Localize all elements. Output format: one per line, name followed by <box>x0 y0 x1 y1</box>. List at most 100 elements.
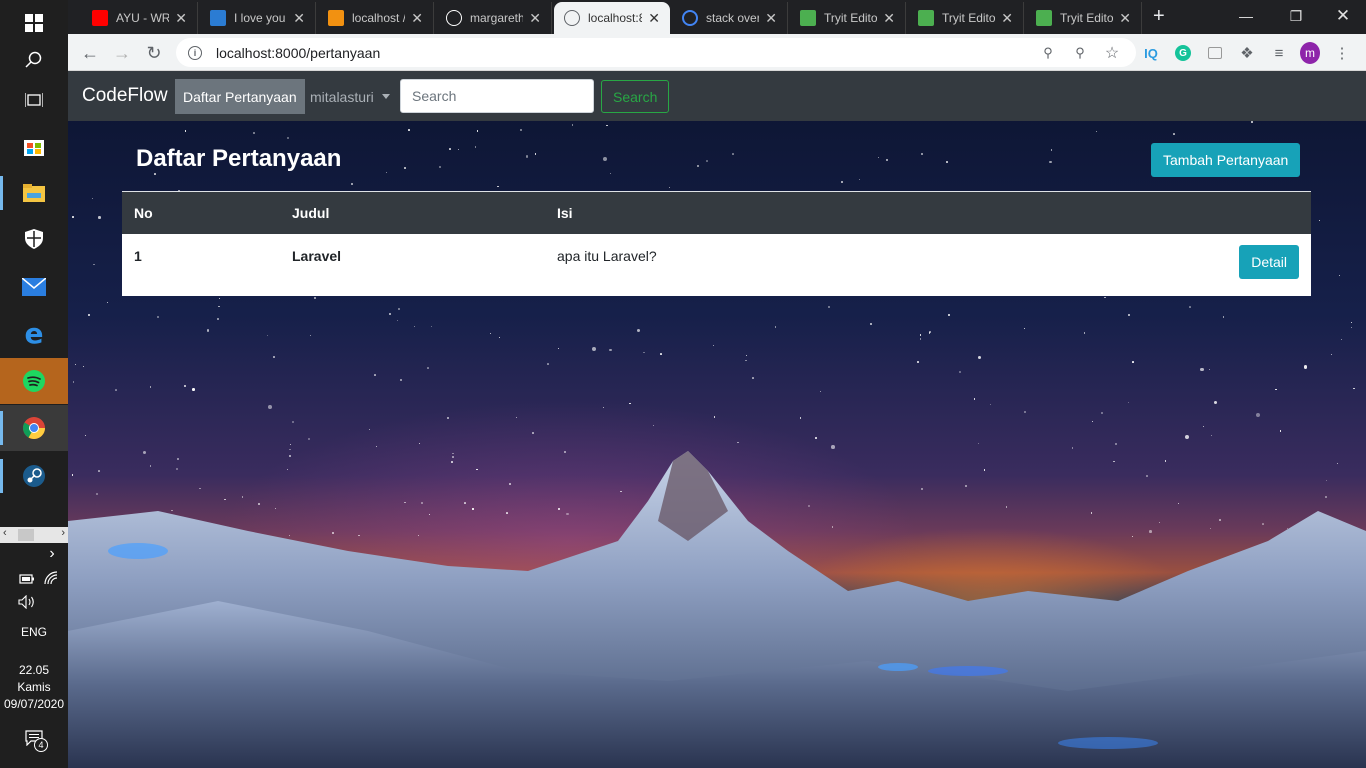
w3schools-icon <box>918 10 934 26</box>
browser-tab[interactable]: stack over ✕ <box>672 2 788 34</box>
phpmyadmin-icon <box>328 10 344 26</box>
word-icon <box>210 10 226 26</box>
mail-icon[interactable] <box>0 264 68 310</box>
browser-tab[interactable]: margareth ✕ <box>436 2 552 34</box>
restore-icon[interactable]: ❐ <box>1273 0 1319 32</box>
forward-icon[interactable]: → <box>109 40 135 66</box>
wifi-icon[interactable] <box>44 571 58 590</box>
app-navbar: CodeFlow Daftar Pertanyaan mitalasturi S… <box>68 71 1366 121</box>
questions-table: No Judul Isi 1 Laravel apa itu Laravel? D… <box>122 191 1311 296</box>
language-indicator[interactable]: ENG <box>0 625 68 639</box>
battery-icon[interactable] <box>19 572 35 590</box>
close-tab-icon[interactable]: ✕ <box>1119 10 1131 27</box>
close-tab-icon[interactable]: ✕ <box>293 10 305 27</box>
close-tab-icon[interactable]: ✕ <box>765 10 777 27</box>
clock-date: 09/07/2020 <box>3 697 65 711</box>
zoom-icon[interactable]: ⚲ <box>1070 43 1090 63</box>
tab-title: stack over <box>706 11 760 25</box>
scroll-thumb[interactable] <box>18 529 34 541</box>
windows-taskbar: e ‹ › › ENG 22.05 Kamis 09/07/2020 4 <box>0 0 68 768</box>
add-question-button[interactable]: Tambah Pertanyaan <box>1151 143 1301 177</box>
table-header-row: No Judul Isi <box>122 191 1311 234</box>
tab-title: Tryit Edito <box>942 11 996 25</box>
extension-box-icon[interactable] <box>1205 43 1225 63</box>
browser-tab[interactable]: I love you ✕ <box>200 2 316 34</box>
iq-extension-icon[interactable]: IQ <box>1141 43 1161 63</box>
reload-icon[interactable]: ↻ <box>141 40 167 66</box>
browser-tab[interactable]: Tryit Edito ✕ <box>1026 2 1142 34</box>
header-isi: Isi <box>545 191 1311 234</box>
url-text[interactable]: localhost:8000/pertanyaan <box>216 45 380 61</box>
close-tab-icon[interactable]: ✕ <box>175 10 187 27</box>
search-button[interactable]: Search <box>601 80 670 113</box>
tab-title: Tryit Edito <box>1060 11 1114 25</box>
nav-daftar-pertanyaan[interactable]: Daftar Pertanyaan <box>175 79 305 114</box>
close-tab-icon[interactable]: ✕ <box>648 10 660 27</box>
w3schools-icon <box>800 10 816 26</box>
browser-tab[interactable]: localhost:8 ✕ <box>554 2 670 34</box>
chrome-icon[interactable] <box>0 405 68 451</box>
security-shield-icon[interactable] <box>0 216 68 262</box>
tab-title: AYU - WRI <box>116 11 170 25</box>
clock-day: Kamis <box>17 680 51 694</box>
detail-button[interactable]: Detail <box>1239 244 1299 279</box>
cell-isi: apa itu Laravel? Detail <box>545 233 1311 296</box>
file-explorer-icon[interactable] <box>0 170 68 216</box>
table-row: 1 Laravel apa itu Laravel? Detail <box>122 233 1311 296</box>
taskbar-scrollbar[interactable]: ‹ › <box>0 527 68 543</box>
tab-title: margareth <box>470 11 524 25</box>
cell-judul: Laravel <box>280 233 545 296</box>
new-tab-icon[interactable]: + <box>1153 5 1165 28</box>
browser-tab[interactable]: Tryit Edito ✕ <box>908 2 1024 34</box>
site-info-icon[interactable]: i <box>188 45 202 60</box>
header-judul: Judul <box>280 191 545 234</box>
clock-time[interactable]: 22.05 <box>0 663 68 677</box>
user-name: mitalasturi <box>310 88 374 105</box>
cell-no: 1 <box>122 233 280 296</box>
search-input[interactable] <box>400 79 594 113</box>
close-tab-icon[interactable]: ✕ <box>1001 10 1013 27</box>
brand-logo[interactable]: CodeFlow <box>82 85 168 107</box>
tab-title: Tryit Edito <box>824 11 878 25</box>
close-tab-icon[interactable]: ✕ <box>411 10 423 27</box>
browser-tab-strip: AYU - WRI ✕ I love you ✕ localhost / ✕ margare… <box>68 0 1366 34</box>
cell-isi-text: apa itu Laravel? <box>557 247 657 264</box>
tab-title: localhost:8 <box>588 11 643 25</box>
task-view-icon[interactable] <box>0 77 68 123</box>
github-icon <box>446 10 462 26</box>
youtube-icon <box>92 10 108 26</box>
volume-icon[interactable] <box>18 594 36 614</box>
tab-title: localhost / <box>352 11 406 25</box>
user-dropdown[interactable]: mitalasturi <box>310 79 390 114</box>
bookmark-star-icon[interactable]: ☆ <box>1102 43 1122 63</box>
scroll-left-icon[interactable]: ‹ <box>3 527 7 539</box>
address-bar[interactable]: i localhost:8000/pertanyaan <box>176 38 1136 67</box>
tab-title: I love you <box>234 11 286 25</box>
scroll-right-icon[interactable]: › <box>61 527 65 539</box>
chrome-menu-icon[interactable]: ⋮ <box>1332 43 1352 63</box>
browser-tab[interactable]: Tryit Edito ✕ <box>790 2 906 34</box>
media-queue-icon[interactable]: ≡ <box>1269 43 1289 63</box>
minimize-icon[interactable]: — <box>1223 0 1269 32</box>
spotify-icon[interactable] <box>0 358 68 404</box>
store-icon[interactable] <box>0 123 68 169</box>
browser-tab[interactable]: localhost / ✕ <box>318 2 434 34</box>
steam-icon[interactable] <box>0 453 68 499</box>
browser-tab[interactable]: AYU - WRI ✕ <box>82 2 198 34</box>
key-icon[interactable]: ⚲ <box>1038 43 1058 63</box>
caret-down-icon <box>381 94 390 99</box>
notification-count-badge: 4 <box>34 738 48 752</box>
browser-toolbar: ← → ↻ i localhost:8000/pertanyaan ⚲ ⚲ ☆ … <box>68 34 1366 71</box>
grammarly-icon[interactable]: G <box>1173 43 1193 63</box>
close-window-icon[interactable]: ✕ <box>1320 0 1366 32</box>
profile-avatar[interactable]: m <box>1300 42 1320 64</box>
header-no: No <box>122 191 280 234</box>
close-tab-icon[interactable]: ✕ <box>529 10 541 27</box>
page-content: CodeFlow Daftar Pertanyaan mitalasturi S… <box>68 71 1366 768</box>
extensions-puzzle-icon[interactable]: ❖ <box>1237 43 1257 63</box>
page-title: Daftar Pertanyaan <box>136 145 342 172</box>
back-icon[interactable]: ← <box>77 40 103 66</box>
close-tab-icon[interactable]: ✕ <box>883 10 895 27</box>
edge-icon[interactable]: e <box>0 310 68 356</box>
notification-center-icon[interactable]: 4 <box>25 730 48 752</box>
